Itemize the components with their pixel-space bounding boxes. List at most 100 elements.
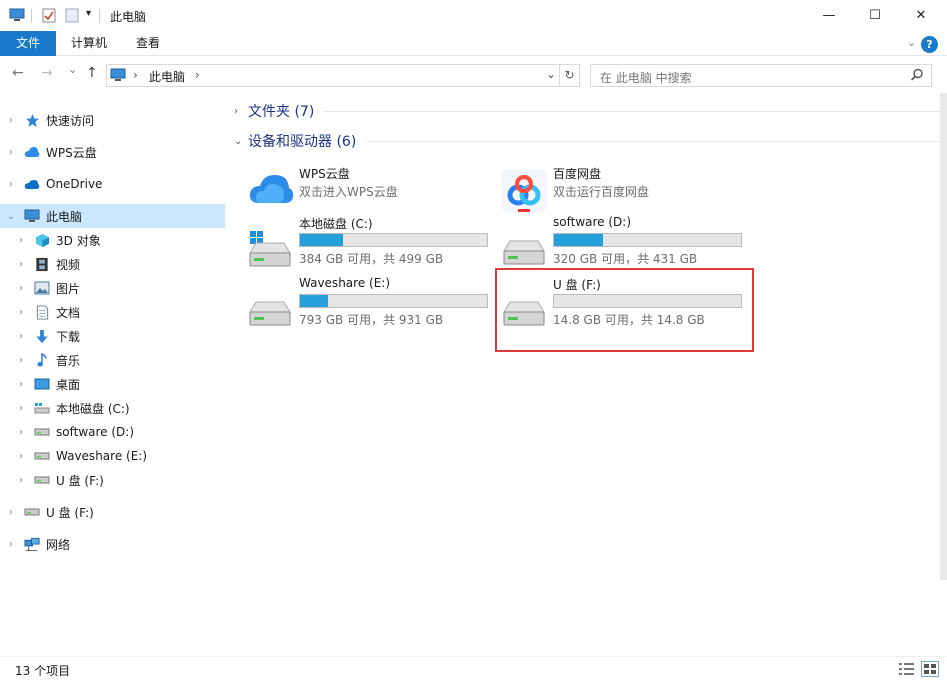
chevron-right-icon[interactable]: › [6,539,16,550]
sidebar-item[interactable]: › 本地磁盘 (C:) [0,396,225,420]
scrollbar[interactable] [940,93,947,580]
close-button[interactable]: ✕ [898,0,944,31]
sidebar-item[interactable]: › U 盘 (F:) [0,500,225,524]
maximize-button[interactable]: ☐ [852,0,898,31]
drive-tile[interactable]: 本地磁盘 (C:) 384 GB 可用，共 499 GB [247,215,497,267]
group-header-devices[interactable]: ⌄ 设备和驱动器 (6) [234,131,940,151]
network-icon [24,536,40,552]
sidebar-item[interactable]: › 3D 对象 [0,228,225,252]
chevron-right-icon[interactable]: › [16,379,26,390]
large-icons-view-icon[interactable] [921,661,939,677]
drive-free-space: 384 GB 可用，共 499 GB [299,252,444,266]
search-input[interactable]: 在 此电脑 中搜索 [590,64,932,87]
sidebar-item[interactable]: › 下载 [0,324,225,348]
sidebar-item[interactable]: › 文档 [0,300,225,324]
tab-file[interactable]: 文件 [0,31,56,56]
tab-computer[interactable]: 计算机 [62,31,116,56]
navigation-bar: ← → ⌄ ↑ › 此电脑 › ⌄ ↻ 在 此电脑 中搜索 [0,56,947,93]
chevron-right-icon[interactable]: › [16,331,26,342]
device-subtitle: 双击运行百度网盘 [553,185,650,199]
device-tile-baidu-netdisk[interactable]: 百度网盘 双击运行百度网盘 [501,165,751,217]
sidebar-item[interactable]: › 快速访问 [0,108,225,132]
drive-usage-fill [554,234,603,246]
address-bar[interactable]: › 此电脑 › ⌄ [106,64,560,87]
chevron-right-icon[interactable]: › [16,259,26,270]
sidebar-item-label: U 盘 (F:) [46,505,94,520]
sidebar-item[interactable]: › 音乐 [0,348,225,372]
drive-name: Waveshare (E:) [299,276,391,290]
sidebar-item[interactable]: ⌄ 此电脑 [0,204,225,228]
drive-usage-bar [299,294,488,308]
sidebar-item-label: 快速访问 [46,113,95,128]
sidebar-item[interactable]: › OneDrive [0,172,225,196]
chevron-right-icon: › [234,105,238,117]
sidebar-item[interactable]: › U 盘 (F:) [0,468,225,492]
item-count: 13 个项目 [15,664,71,678]
chevron-right-icon[interactable]: › [16,355,26,366]
title-bar: ▾ 此电脑 — ☐ ✕ [0,0,947,31]
chevron-down-icon: ⌄ [234,135,243,147]
drive-usage-bar [553,233,742,247]
download-icon [34,328,50,344]
document-icon [34,304,50,320]
refresh-button[interactable]: ↻ [560,64,580,87]
window-title: 此电脑 [110,10,147,24]
chevron-right-icon[interactable]: › [16,427,26,438]
breadcrumb-separator[interactable]: › [195,68,200,82]
status-bar: 13 个项目 [0,656,947,683]
breadcrumb-root[interactable]: 此电脑 [149,68,185,85]
details-view-icon[interactable] [898,661,916,677]
sidebar-item[interactable]: › 图片 [0,276,225,300]
help-button[interactable]: ? [921,36,938,53]
chevron-right-icon[interactable]: › [16,283,26,294]
device-name: 百度网盘 [553,167,602,181]
expand-ribbon-icon[interactable]: ⌄ [907,36,916,49]
recent-locations-button[interactable]: ⌄ [68,63,77,76]
sidebar-item[interactable]: › Waveshare (E:) [0,444,225,468]
computer-icon[interactable] [9,7,25,26]
drive-usage-fill [300,234,343,246]
tab-view[interactable]: 查看 [124,31,172,56]
chevron-right-icon[interactable]: › [16,403,26,414]
search-icon[interactable] [910,68,924,85]
chevron-right-icon[interactable]: › [6,179,16,190]
group-header-folders[interactable]: › 文件夹 (7) [234,101,940,121]
picture-icon [34,280,50,296]
properties-icon[interactable] [42,7,56,26]
sidebar-item[interactable]: › 网络 [0,532,225,556]
sidebar-item-label: OneDrive [46,177,103,191]
drive-tile[interactable]: Waveshare (E:) 793 GB 可用，共 931 GB [247,276,497,328]
chevron-right-icon[interactable]: › [6,147,16,158]
chevron-right-icon[interactable]: › [6,115,16,126]
sidebar-item[interactable]: › 桌面 [0,372,225,396]
drive-usage-fill [300,295,329,307]
navigation-pane: › 快速访问 › WPS云盘 › OneDrive ⌄ 此电脑 › 3D 对象 › 视频 › 图片 › 文档 ›… [0,93,228,656]
forward-button[interactable]: → [41,65,53,81]
chevron-right-icon[interactable]: › [16,307,26,318]
chevron-right-icon[interactable]: › [6,507,16,518]
address-dropdown-button[interactable]: ⌄ [546,67,556,81]
breadcrumb-separator: › [133,68,138,82]
sidebar-item-label: U 盘 (F:) [56,473,104,488]
sidebar-item-label: 3D 对象 [56,233,101,248]
device-tile-wps-cloud[interactable]: WPS云盘 双击进入WPS云盘 [247,165,497,217]
sidebar-item-label: Waveshare (E:) [56,449,148,463]
sidebar-item[interactable]: › 视频 [0,252,225,276]
back-button[interactable]: ← [12,65,24,81]
chevron-right-icon[interactable]: › [16,451,26,462]
computer-icon [24,208,40,224]
drive-icon [34,424,50,440]
sidebar-item-label: 下载 [56,329,81,344]
customize-quick-access-icon[interactable]: ▾ [86,8,91,19]
group-label: 设备和驱动器 (6) [248,134,357,150]
chevron-right-icon[interactable]: › [16,475,26,486]
minimize-button[interactable]: — [806,0,852,31]
chevron-down-icon[interactable]: ⌄ [6,211,16,222]
drive-tile[interactable]: software (D:) 320 GB 可用，共 431 GB [501,215,751,267]
star-icon [24,112,40,128]
sidebar-item[interactable]: › WPS云盘 [0,140,225,164]
chevron-right-icon[interactable]: › [16,235,26,246]
up-button[interactable]: ↑ [86,65,98,81]
new-folder-icon[interactable] [65,7,79,26]
sidebar-item[interactable]: › software (D:) [0,420,225,444]
